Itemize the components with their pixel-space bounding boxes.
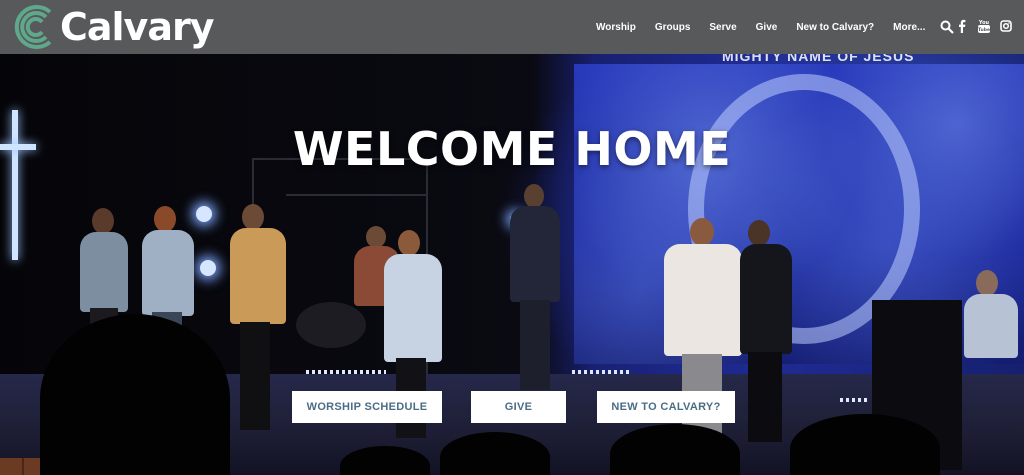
- stage-spotlight: [196, 206, 212, 222]
- nav-item-serve[interactable]: Serve: [709, 22, 736, 33]
- give-button[interactable]: GIVE: [471, 391, 566, 423]
- stage-led-strip: [306, 370, 386, 374]
- stage-led-strip: [572, 370, 632, 374]
- search-icon[interactable]: [940, 20, 955, 34]
- svg-text:You: You: [978, 20, 990, 26]
- instagram-icon[interactable]: [1000, 19, 1012, 33]
- hero-headline: WELCOME HOME: [292, 122, 732, 176]
- svg-text:Tube: Tube: [978, 27, 990, 33]
- nav-item-more[interactable]: More...: [893, 22, 925, 33]
- worship-schedule-button[interactable]: WORSHIP SCHEDULE: [292, 391, 442, 423]
- main-nav: Worship Groups Serve Give New to Calvary…: [596, 0, 955, 54]
- stage-led-strip: [840, 398, 870, 402]
- audience-silhouette: [790, 414, 940, 475]
- audience-silhouette: [610, 424, 740, 475]
- audience-silhouette: [440, 432, 550, 475]
- site-header: Calvary Worship Groups Serve Give New to…: [0, 0, 1024, 54]
- nav-item-new-to-calvary[interactable]: New to Calvary?: [796, 22, 874, 33]
- youtube-icon[interactable]: You Tube: [978, 19, 990, 33]
- nav-item-groups[interactable]: Groups: [655, 22, 691, 33]
- logo[interactable]: Calvary: [12, 1, 214, 53]
- facebook-icon[interactable]: [956, 19, 968, 33]
- nav-item-give[interactable]: Give: [756, 22, 778, 33]
- new-to-calvary-button[interactable]: NEW TO CALVARY?: [597, 391, 735, 423]
- stage-truss-bar: [286, 194, 426, 196]
- hero-banner: MIGHTY NAME OF JESUS WELCOME HOME WORSHI…: [0, 54, 1024, 475]
- calvary-logo-icon: [14, 5, 52, 49]
- brand-name: Calvary: [60, 5, 214, 49]
- audience-silhouette: [40, 314, 230, 475]
- nav-item-worship[interactable]: Worship: [596, 22, 636, 33]
- screen-lyrics-text: MIGHTY NAME OF JESUS: [722, 54, 915, 64]
- social-links: You Tube: [956, 19, 1012, 33]
- stage-spotlight: [200, 260, 216, 276]
